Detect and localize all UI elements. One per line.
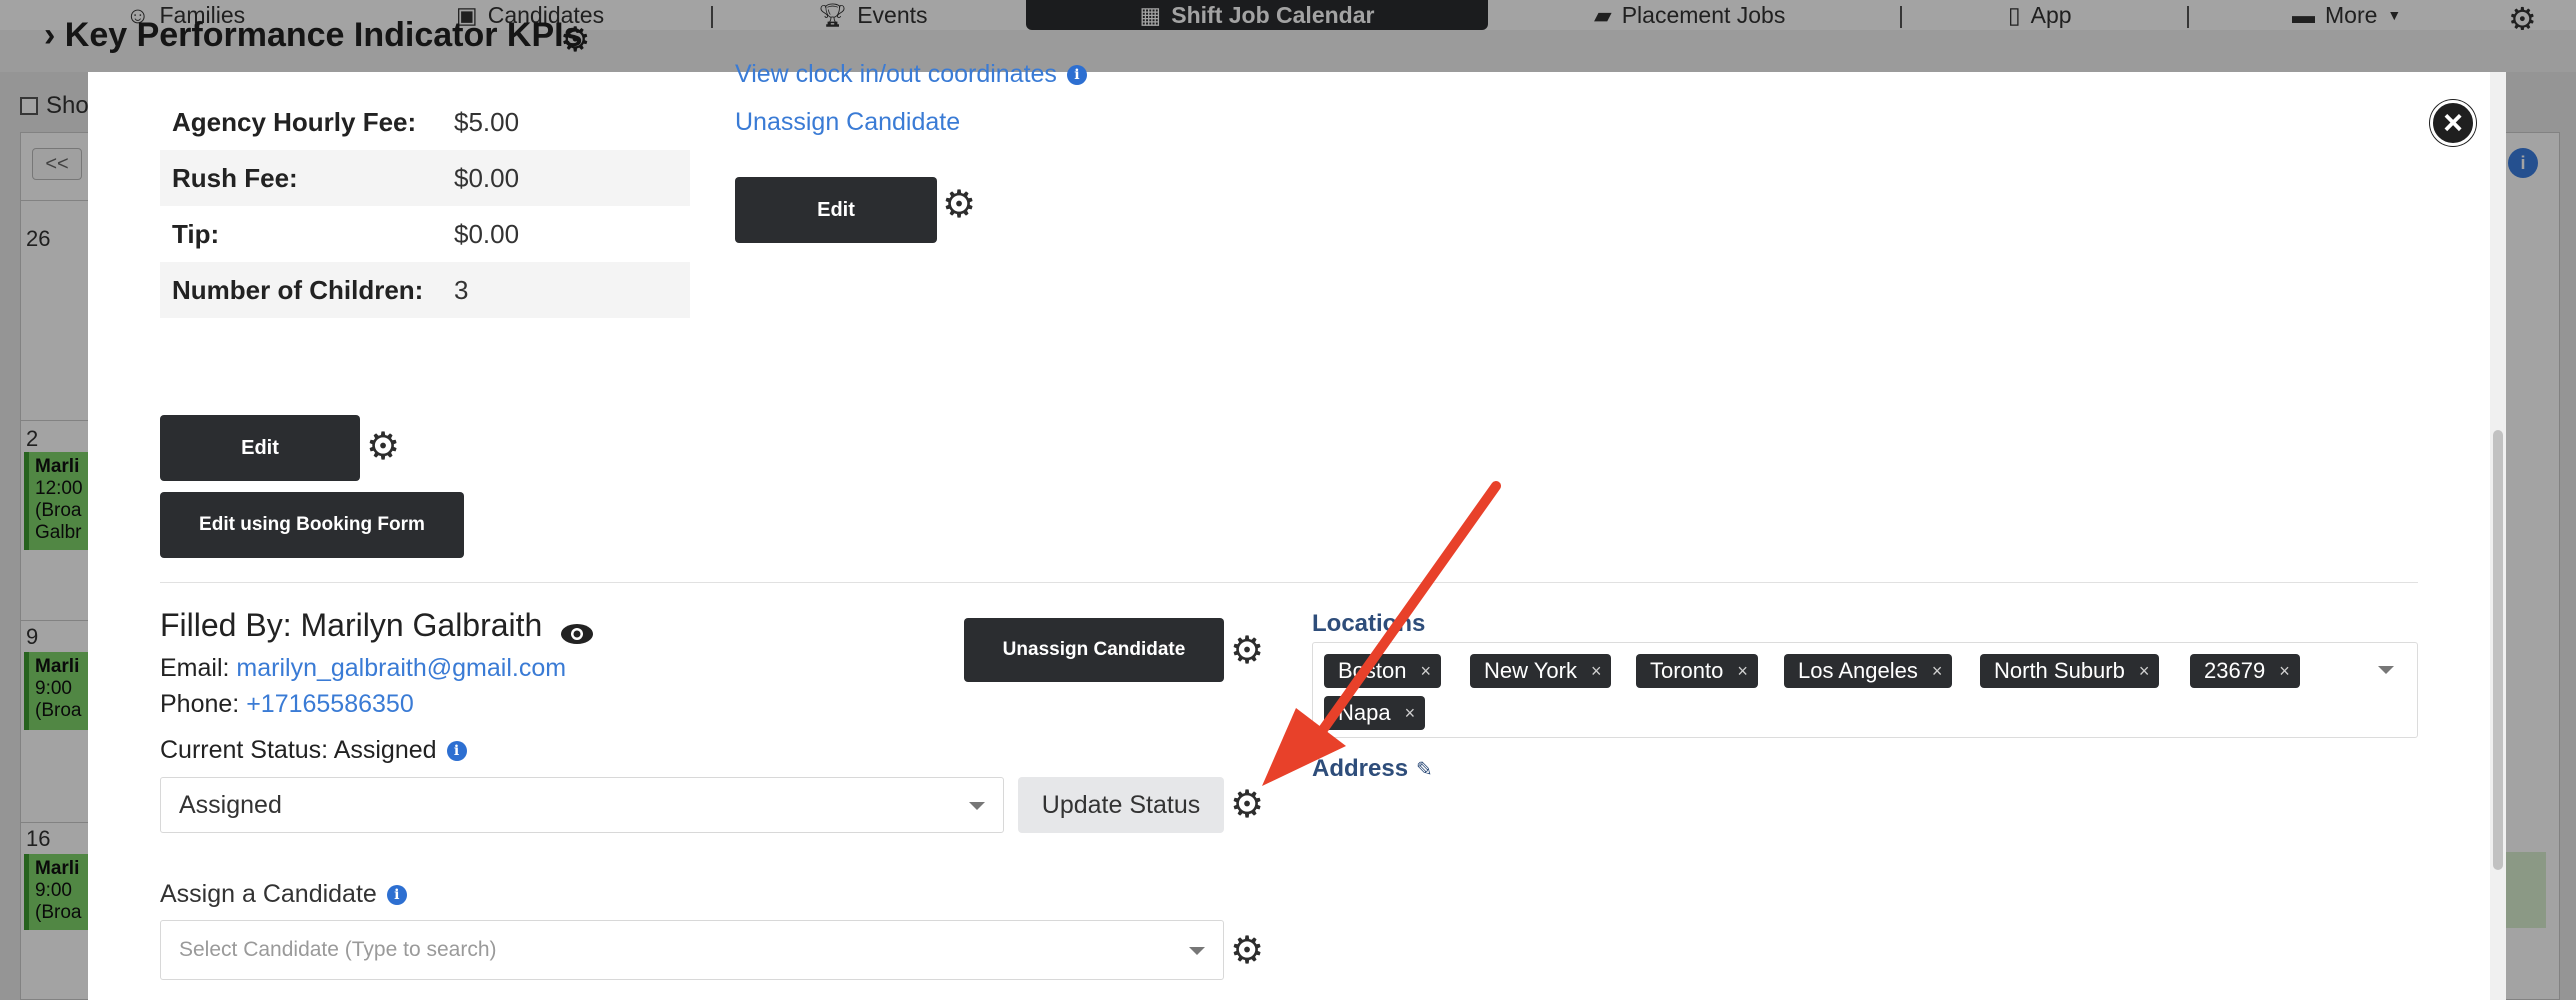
- fee-table: Agency Hourly Fee: $5.00 Rush Fee: $0.00…: [160, 72, 690, 318]
- close-icon: ×: [2443, 104, 2463, 142]
- fee-value: $5.00: [454, 107, 520, 137]
- remove-icon[interactable]: ×: [2279, 661, 2290, 682]
- unassign-candidate-link[interactable]: Unassign Candidate: [735, 108, 960, 137]
- fee-label: Number of Children:: [172, 275, 424, 305]
- fee-value: $0.00: [454, 163, 520, 193]
- fee-label: Agency Hourly Fee:: [172, 107, 417, 137]
- gear-icon[interactable]: ⚙: [1230, 632, 1264, 670]
- fee-label: Tip:: [172, 219, 220, 249]
- info-icon[interactable]: i: [1066, 64, 1087, 85]
- address-label: Address ✎: [1312, 755, 1433, 782]
- fee-row: Rush Fee: $0.00: [160, 150, 690, 206]
- fee-row: Agency Hourly Fee: $5.00: [160, 72, 690, 150]
- location-tag: Napa ×: [1324, 696, 1426, 730]
- gear-icon[interactable]: ⚙: [1230, 786, 1264, 824]
- view-clock-coordinates-link[interactable]: View clock in/out coordinates: [735, 60, 1057, 89]
- location-tag: Boston ×: [1324, 654, 1442, 688]
- locations-label: Locations: [1312, 610, 1426, 637]
- clock-coordinates-row: View clock in/out coordinates i: [735, 60, 1087, 89]
- remove-icon[interactable]: ×: [1932, 661, 1943, 682]
- location-tag: 23679 ×: [2190, 654, 2300, 688]
- pencil-icon[interactable]: ✎: [1416, 757, 1433, 782]
- current-status-line: Current Status: Assigned i: [160, 736, 467, 765]
- caret-down-icon: [969, 802, 985, 810]
- remove-icon[interactable]: ×: [1737, 661, 1748, 682]
- phone-line: Phone: +17165586350: [160, 690, 414, 718]
- update-status-button[interactable]: Update Status: [1018, 777, 1224, 833]
- location-tag: North Suburb ×: [1980, 654, 2160, 688]
- phone-link[interactable]: +17165586350: [246, 690, 414, 718]
- remove-icon[interactable]: ×: [1405, 703, 1416, 724]
- section-divider: [160, 582, 2418, 583]
- location-tag: Los Angeles ×: [1784, 654, 1953, 688]
- info-icon[interactable]: i: [446, 740, 467, 761]
- edit-booking-form-button[interactable]: Edit using Booking Form: [160, 492, 464, 558]
- email-link[interactable]: marilyn_galbraith@gmail.com: [236, 654, 566, 682]
- location-tag: New York ×: [1470, 654, 1612, 688]
- caret-down-icon[interactable]: [2378, 666, 2394, 674]
- fee-row: Number of Children: 3: [160, 262, 690, 318]
- assign-candidate-label: Assign a Candidate i: [160, 880, 407, 909]
- location-tag: Toronto ×: [1636, 654, 1758, 688]
- fee-value: 3: [454, 275, 469, 305]
- gear-icon[interactable]: ⚙: [1230, 932, 1264, 970]
- gear-icon[interactable]: ⚙: [942, 186, 976, 224]
- remove-icon[interactable]: ×: [1591, 661, 1602, 682]
- fee-row: Tip: $0.00: [160, 206, 690, 262]
- candidate-search-select[interactable]: Select Candidate (Type to search): [160, 920, 1224, 980]
- close-modal-button[interactable]: ×: [2430, 100, 2476, 146]
- gear-icon[interactable]: ⚙: [366, 428, 400, 466]
- remove-icon[interactable]: ×: [2139, 661, 2150, 682]
- info-icon[interactable]: i: [386, 884, 407, 905]
- fee-label: Rush Fee:: [172, 163, 298, 193]
- status-select[interactable]: Assigned: [160, 777, 1004, 833]
- remove-icon[interactable]: ×: [1421, 661, 1432, 682]
- caret-down-icon: [1189, 947, 1205, 955]
- filled-by-title: Filled By: Marilyn Galbraith: [160, 607, 594, 644]
- edit-button[interactable]: Edit: [735, 177, 937, 243]
- edit-button[interactable]: Edit: [160, 415, 360, 481]
- eye-icon[interactable]: [560, 616, 594, 644]
- email-line: Email: marilyn_galbraith@gmail.com: [160, 654, 567, 682]
- fee-value: $0.00: [454, 219, 520, 249]
- modal-scrollbar-thumb[interactable]: [2493, 430, 2503, 870]
- unassign-candidate-button[interactable]: Unassign Candidate: [964, 618, 1224, 682]
